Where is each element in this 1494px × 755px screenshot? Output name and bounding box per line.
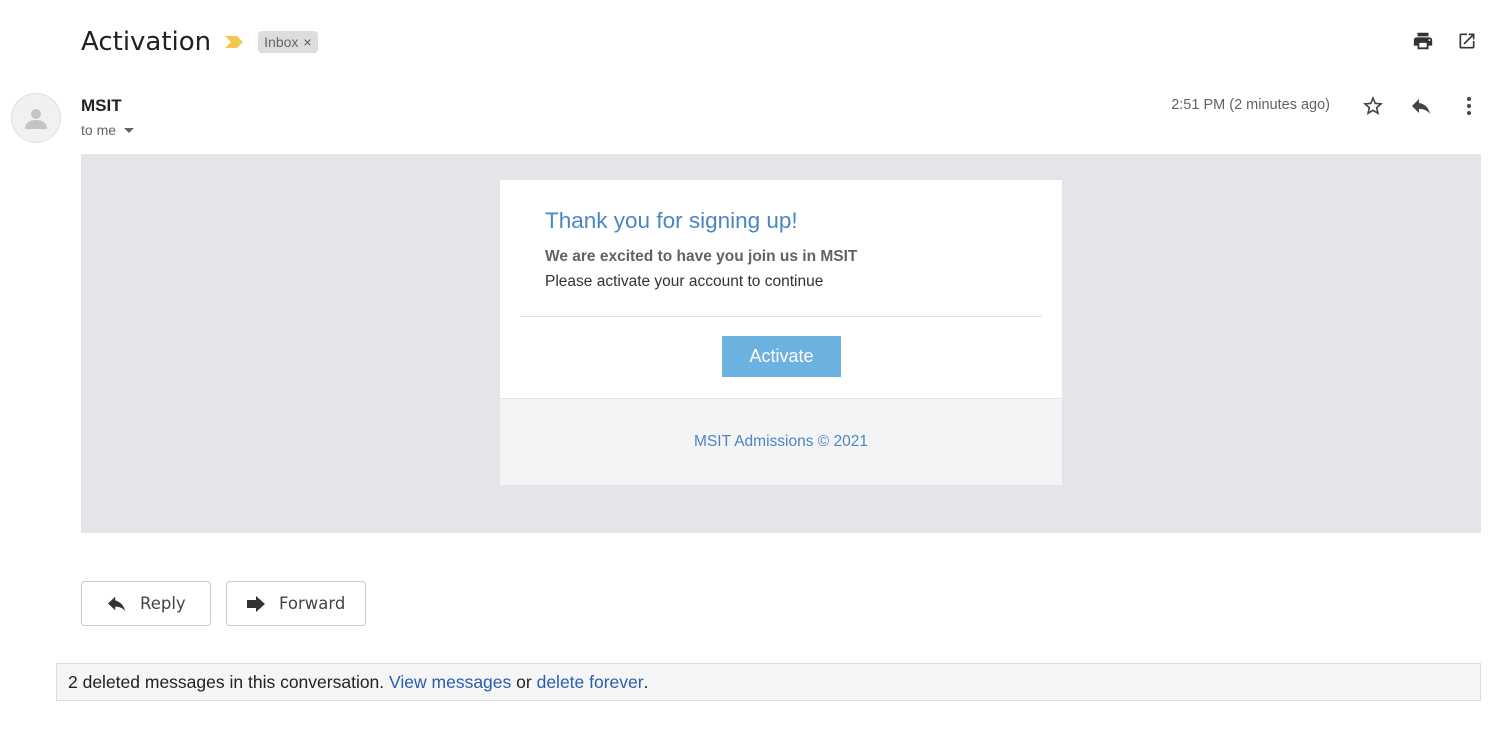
deleted-notice-period: . xyxy=(643,671,649,692)
forward-arrow-icon xyxy=(245,595,267,613)
label-chip-text: Inbox xyxy=(264,34,299,50)
email-card-instruction: Please activate your account to continue xyxy=(545,273,824,290)
remove-label-icon[interactable]: × xyxy=(303,34,311,50)
email-subject: Activation xyxy=(81,27,212,57)
sender-avatar xyxy=(11,93,61,143)
reply-icon[interactable] xyxy=(1408,93,1434,119)
print-icon[interactable] xyxy=(1410,28,1436,54)
deleted-messages-notice: 2 deleted messages in this conversation.… xyxy=(56,663,1481,701)
more-vert-icon[interactable] xyxy=(1456,93,1482,119)
message-actions xyxy=(1360,93,1482,119)
email-body-frame: Thank you for signing up! We are excited… xyxy=(81,154,1481,533)
divider xyxy=(520,316,1042,317)
subject-row: Activation Inbox × xyxy=(81,24,318,60)
forward-button-label: Forward xyxy=(279,594,346,613)
recipient-text: to me xyxy=(81,122,117,138)
thread-toolbar xyxy=(1410,28,1480,54)
footer-text: MSIT Admissions © 2021 xyxy=(694,433,868,450)
reply-button-label: Reply xyxy=(140,594,186,613)
email-card-title: Thank you for signing up! xyxy=(545,208,798,233)
chevron-down-icon xyxy=(124,127,135,133)
sender-name: MSIT xyxy=(81,96,122,115)
email-card-footer: MSIT Admissions © 2021 xyxy=(500,398,1062,485)
recipient-details-toggle[interactable]: to me xyxy=(81,122,135,138)
view-messages-link[interactable]: View messages xyxy=(389,672,511,693)
open-in-new-window-icon[interactable] xyxy=(1454,28,1480,54)
email-card: Thank you for signing up! We are excited… xyxy=(500,180,1062,485)
activate-button[interactable]: Activate xyxy=(722,336,841,377)
deleted-notice-text: 2 deleted messages in this conversation. xyxy=(68,671,385,692)
star-icon[interactable] xyxy=(1360,93,1386,119)
reply-button[interactable]: Reply xyxy=(81,581,211,626)
reply-icon xyxy=(106,595,128,613)
email-card-welcome: We are excited to have you join us in MS… xyxy=(545,248,858,265)
inbox-label-chip: Inbox × xyxy=(258,31,318,53)
default-person-icon xyxy=(25,109,47,129)
deleted-notice-or: or xyxy=(516,671,532,692)
forward-button[interactable]: Forward xyxy=(226,581,366,626)
delete-forever-link[interactable]: delete forever xyxy=(537,672,644,693)
message-timestamp: 2:51 PM (2 minutes ago) xyxy=(1171,97,1330,113)
importance-marker-icon[interactable] xyxy=(225,34,245,50)
